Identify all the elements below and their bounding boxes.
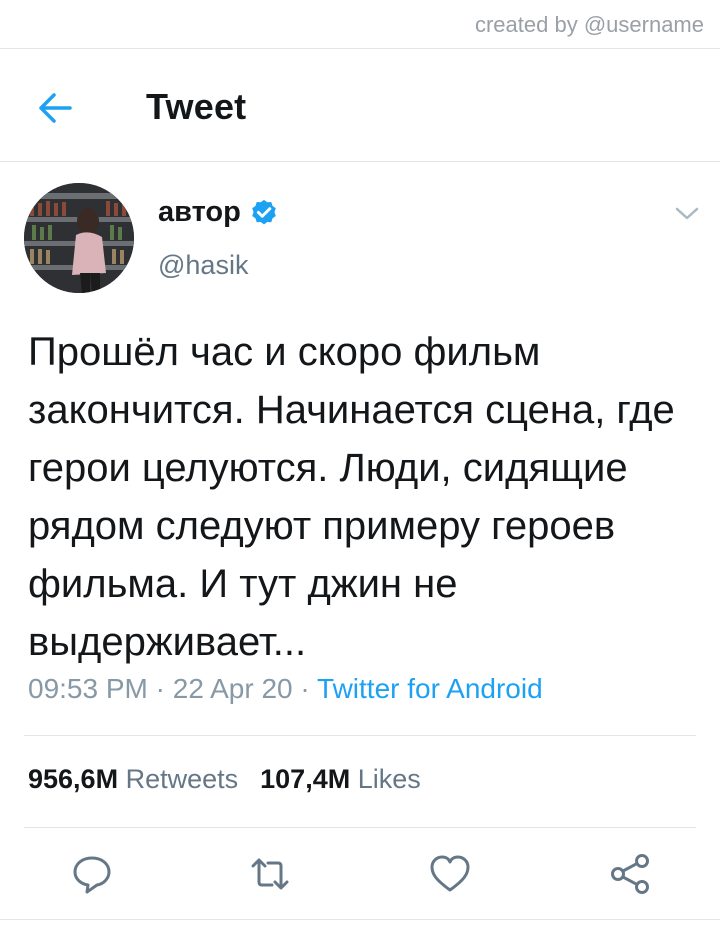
likes-count: 107,4M [260,764,351,794]
tweet-meta: 09:53 PM · 22 Apr 20 · Twitter for Andro… [28,673,543,705]
reply-icon [73,856,111,894]
avatar-photo [24,183,134,293]
top-divider [0,48,720,49]
share-button[interactable] [608,852,652,896]
like-icon [430,855,470,892]
avatar[interactable] [24,183,134,293]
meta-divider [24,735,696,736]
tweet-source-link[interactable]: Twitter for Android [317,673,543,704]
reply-button[interactable] [70,852,114,896]
meta-separator: · [147,673,173,704]
verified-badge-icon [252,199,276,224]
like-button[interactable] [428,852,472,896]
retweets-count: 956,6M [28,764,119,794]
likes-label: Likes [357,764,421,794]
tweet-text: Прошёл час и скоро фильм закончится. Нач… [28,330,675,664]
author-name-row[interactable]: автор [158,196,279,229]
share-icon [611,854,649,894]
arrow-left-icon [39,93,72,123]
meta-separator: · [292,673,318,704]
page-title: Tweet [146,86,247,127]
stats-divider [24,827,696,828]
header-divider [0,161,720,162]
bottom-divider [0,919,720,920]
author-handle[interactable]: @hasik [158,250,248,281]
chevron-down-icon[interactable] [674,205,700,223]
retweets-stat[interactable]: 956,6M Retweets [28,764,238,794]
retweet-icon [251,858,289,890]
likes-stat[interactable]: 107,4M Likes [260,764,421,794]
watermark: created by @username [474,12,704,37]
back-button[interactable] [34,88,78,128]
retweet-button[interactable] [248,852,292,896]
app-header: Tweet [0,50,720,162]
author-display-name: автор [158,196,241,228]
tweet-time: 09:53 PM [28,673,148,704]
retweets-label: Retweets [125,764,239,794]
tweet-date: 22 Apr 20 [172,673,293,704]
tweet-stats: 956,6M Retweets 107,4M Likes [28,764,421,795]
